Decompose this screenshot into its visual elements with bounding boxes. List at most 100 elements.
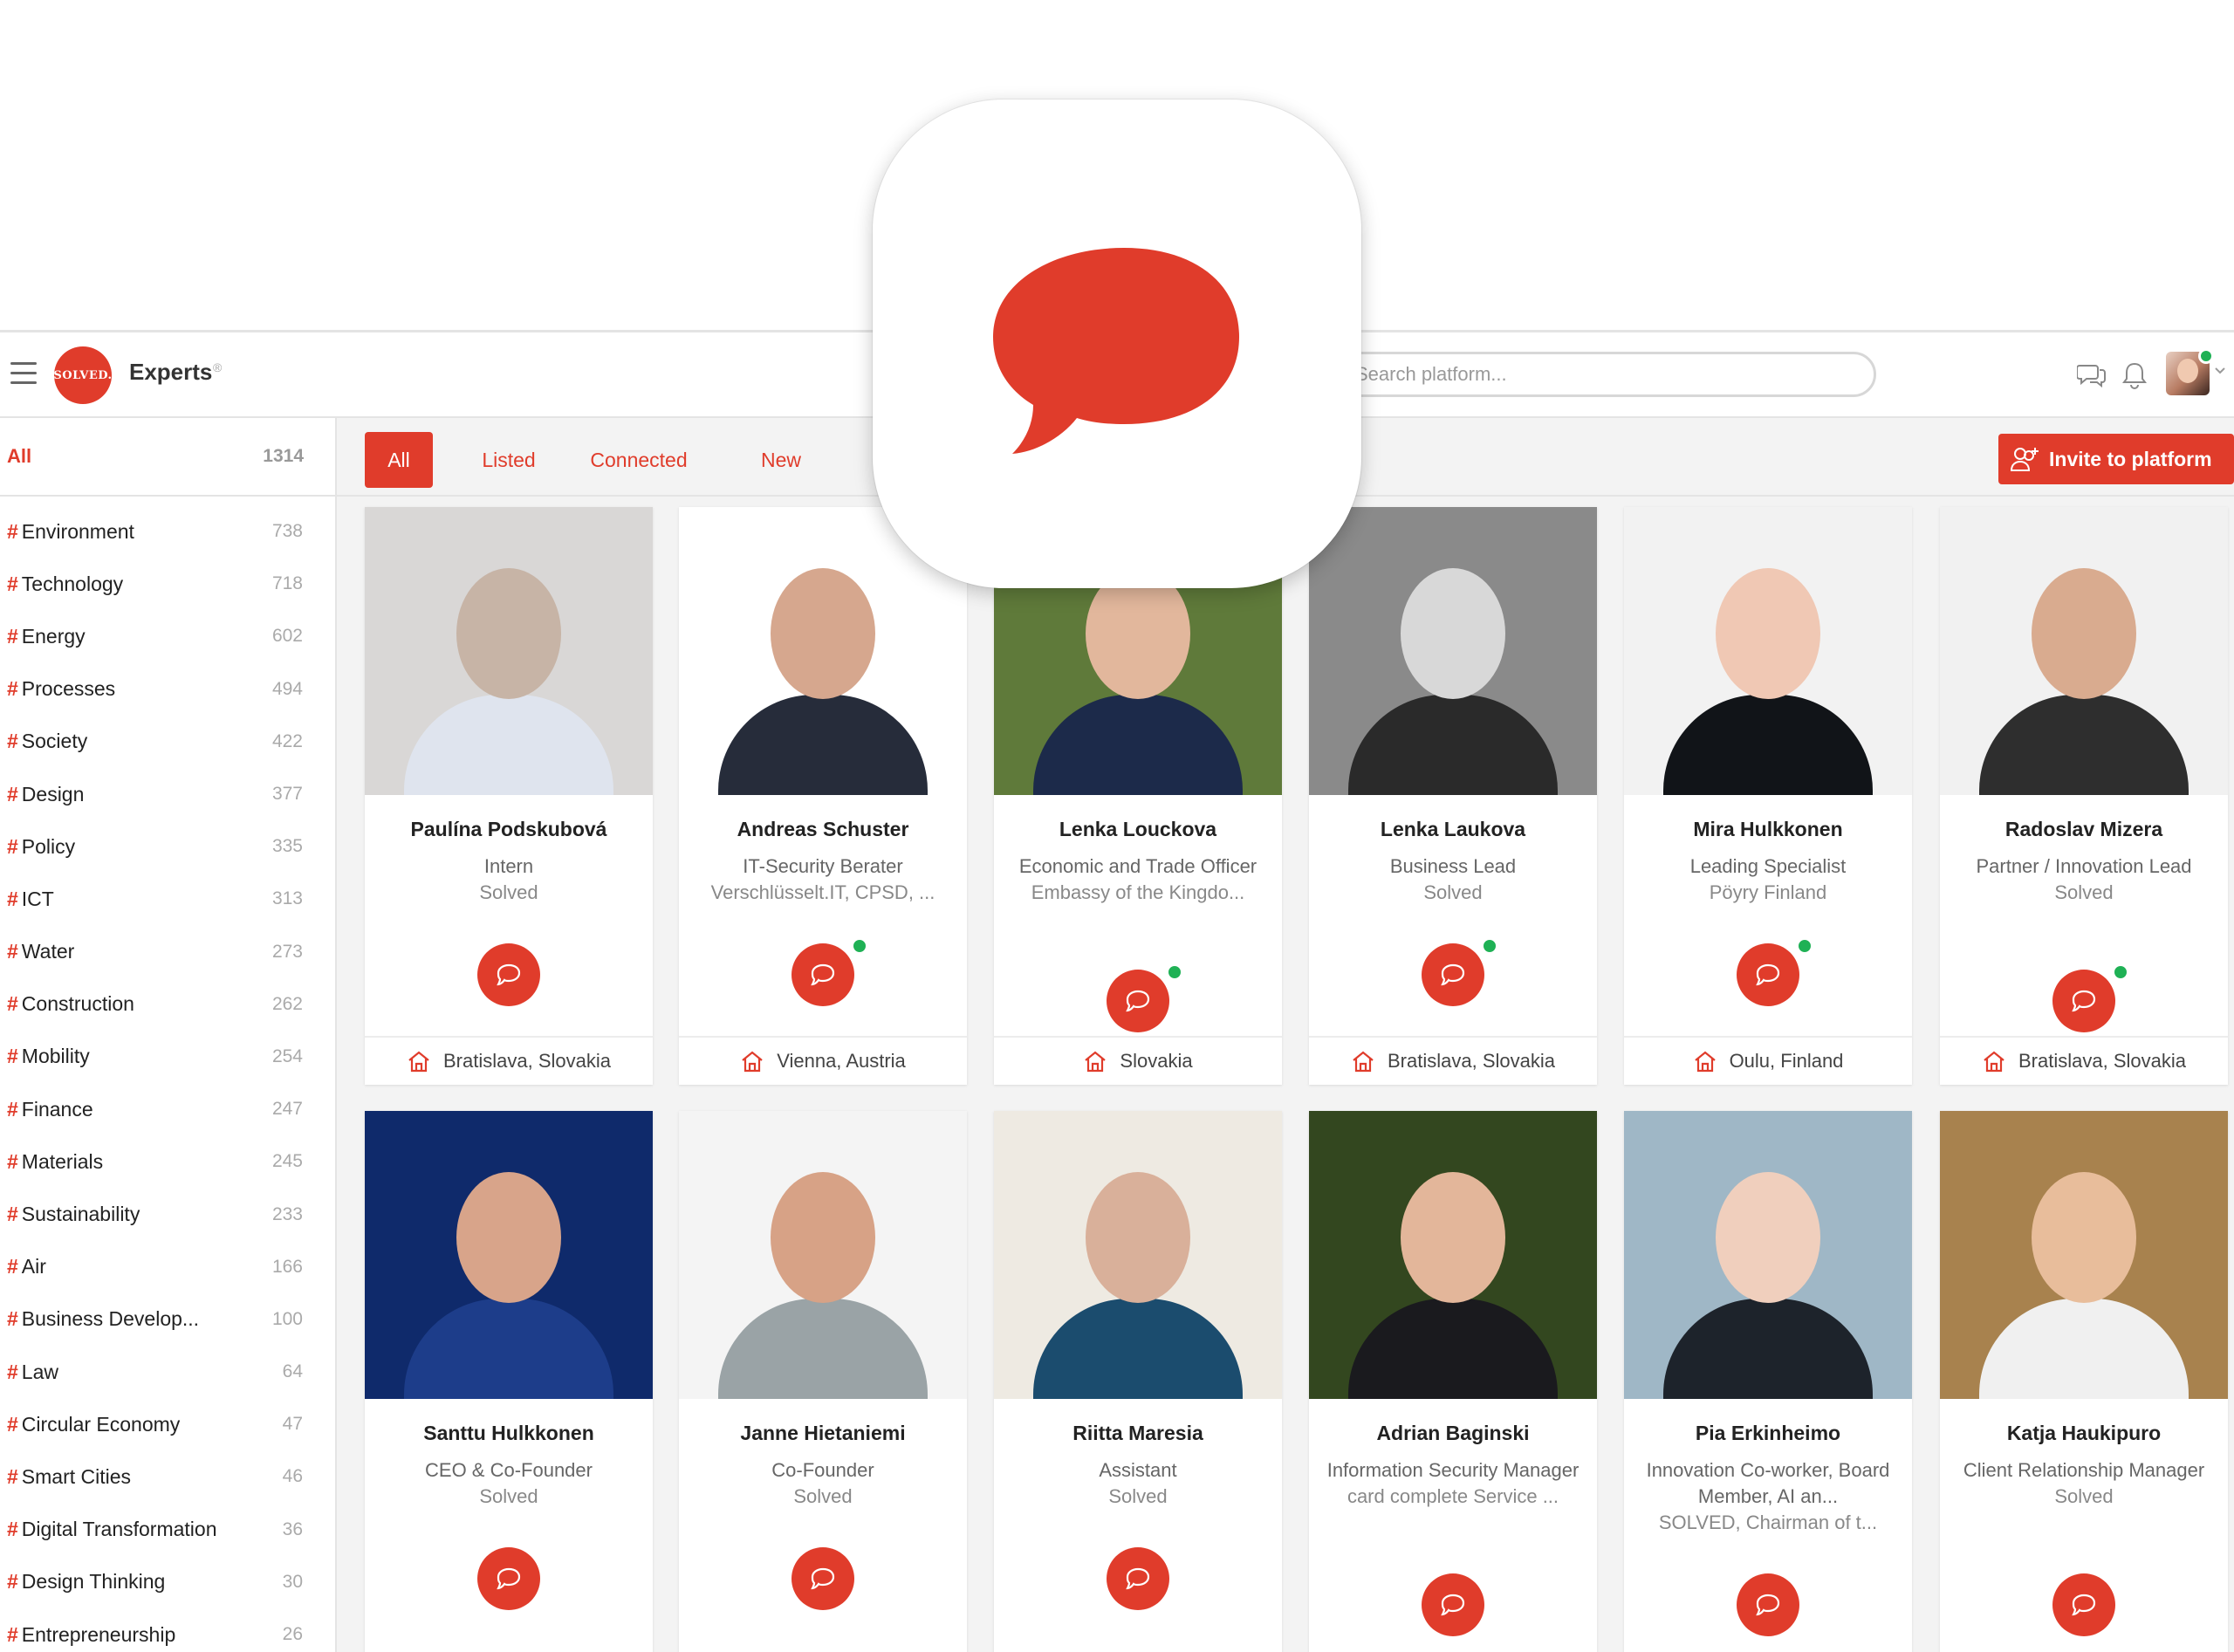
expert-name[interactable]: Janne Hietaniemi [695,1422,951,1445]
chat-bubble-icon [1756,1594,1780,1616]
online-indicator [1797,938,1813,954]
expert-card[interactable]: Pia Erkinheimo Innovation Co-worker, Boar… [1624,1111,1912,1652]
sidebar-tag-item[interactable]: # Mobility 254 [0,1031,335,1083]
solved-logo[interactable]: SOLVED. [53,346,112,404]
tag-count: 738 [271,521,303,542]
message-button[interactable] [477,1547,540,1610]
expert-card[interactable]: Paulína Podskubová Intern Solved Bratislava… [365,507,653,1085]
expert-card[interactable]: Lenka Louckova Economic and Trade Officer… [994,507,1282,1085]
tab-new[interactable]: New [750,432,812,488]
expert-name[interactable]: Radoslav Mizera [1956,818,2212,841]
invite-to-platform-button[interactable]: Invite to platform [1998,434,2234,484]
tag-count: 273 [271,941,303,962]
expert-card[interactable]: Lenka Laukova Business Lead Solved Bratisla… [1309,507,1597,1085]
menu-icon[interactable] [10,362,37,385]
sidebar-tag-item[interactable]: # Business Develop... 100 [0,1293,335,1346]
expert-location: Bratislava, Slovakia [1940,1036,2228,1085]
sidebar-tag-item[interactable]: # Construction 262 [0,978,335,1031]
tag-name: Smart Cities [21,1464,132,1488]
online-indicator [1167,964,1182,980]
expert-photo[interactable] [994,1111,1282,1399]
message-button[interactable] [791,1547,854,1610]
sidebar-tag-item[interactable]: # Environment 738 [0,505,335,558]
expert-info: Lenka Louckova Economic and Trade Officer… [994,795,1282,906]
message-button[interactable] [1107,970,1169,1032]
tag-count: 47 [282,1414,303,1435]
sidebar-tag-item[interactable]: # Water 273 [0,926,335,978]
expert-name[interactable]: Lenka Louckova [1010,818,1266,841]
online-indicator [2198,348,2214,364]
tab-all[interactable]: All [365,432,433,488]
message-button[interactable] [1107,1547,1169,1610]
hash-icon: # [7,1464,18,1488]
tag-label: # Environment [7,520,134,544]
expert-card[interactable]: Riitta Maresia Assistant Solved [994,1111,1282,1652]
sidebar-tag-item[interactable]: # Technology 718 [0,558,335,610]
sidebar-tag-item[interactable]: # Design Thinking 30 [0,1556,335,1608]
photo-figure [1979,695,2189,795]
message-button[interactable] [1737,1573,1799,1636]
expert-photo[interactable] [365,507,653,795]
sidebar-tag-item[interactable]: # Sustainability 233 [0,1188,335,1240]
message-button[interactable] [1737,943,1799,1006]
sidebar-tag-item[interactable]: # Digital Transformation 36 [0,1504,335,1556]
expert-name[interactable]: Pia Erkinheimo [1640,1422,1896,1445]
tag-count: 245 [271,1151,303,1172]
message-button[interactable] [1422,1573,1484,1636]
chat-icon[interactable] [2077,362,2107,388]
sidebar-tag-item[interactable]: # ICT 313 [0,873,335,925]
hash-icon: # [7,1203,18,1226]
expert-card[interactable]: Andreas Schuster IT-Security Berater Versc… [679,507,967,1085]
expert-photo[interactable] [1309,507,1597,795]
sidebar-tag-item[interactable]: # Policy 335 [0,820,335,873]
sidebar-tag-item[interactable]: # Finance 247 [0,1083,335,1135]
tag-count: 313 [271,888,303,909]
expert-name[interactable]: Lenka Laukova [1325,818,1581,841]
sidebar-item-all[interactable]: All 1314 [0,418,335,497]
expert-photo[interactable] [1940,1111,2228,1399]
expert-photo[interactable] [679,1111,967,1399]
expert-card[interactable]: Radoslav Mizera Partner / Innovation Lead… [1940,507,2228,1085]
expert-name[interactable]: Riitta Maresia [1010,1422,1266,1445]
expert-name[interactable]: Mira Hulkkonen [1640,818,1896,841]
message-button[interactable] [1422,943,1484,1006]
expert-card[interactable]: Adrian Baginski Information Security Mana… [1309,1111,1597,1652]
expert-card[interactable]: Santtu Hulkkonen CEO & Co-Founder Solved [365,1111,653,1652]
expert-card[interactable]: Janne Hietaniemi Co-Founder Solved [679,1111,967,1652]
sidebar-tag-item[interactable]: # Materials 245 [0,1135,335,1188]
expert-photo[interactable] [1624,1111,1912,1399]
sidebar-tag-item[interactable]: # Circular Economy 47 [0,1398,335,1450]
sidebar-tag-item[interactable]: # Law 64 [0,1346,335,1398]
sidebar-tag-item[interactable]: # Design 377 [0,768,335,820]
sidebar-tag-item[interactable]: # Processes 494 [0,663,335,716]
tab-listed[interactable]: Listed [461,432,557,488]
expert-name[interactable]: Santtu Hulkkonen [380,1422,637,1445]
expert-photo[interactable] [365,1111,653,1399]
message-button[interactable] [2052,970,2115,1032]
expert-photo[interactable] [1309,1111,1597,1399]
sidebar-tag-item[interactable]: # Energy 602 [0,610,335,662]
tag-count: 262 [271,993,303,1014]
message-button[interactable] [2052,1573,2115,1636]
home-icon [742,1051,763,1073]
sidebar-tag-item[interactable]: # Air 166 [0,1241,335,1293]
expert-card[interactable]: Katja Haukipuro Client Relationship Manag… [1940,1111,2228,1652]
home-icon [408,1051,429,1073]
sidebar-tag-item[interactable]: # Society 422 [0,716,335,768]
sidebar-tag-item[interactable]: # Smart Cities 46 [0,1450,335,1503]
expert-photo[interactable] [1940,507,2228,795]
message-button[interactable] [791,943,854,1006]
message-button[interactable] [477,943,540,1006]
sidebar-tag-item[interactable]: # Entrepreneurship 26 [0,1608,335,1652]
expert-name[interactable]: Paulína Podskubová [380,818,637,841]
tab-connected[interactable]: Connected [578,432,700,488]
invite-label: Invite to platform [2049,447,2212,470]
expert-photo[interactable] [1624,507,1912,795]
expert-name[interactable]: Katja Haukipuro [1956,1422,2212,1445]
expert-name[interactable]: Adrian Baginski [1325,1422,1581,1445]
chevron-down-icon[interactable] [2215,366,2225,376]
expert-card[interactable]: Mira Hulkkonen Leading Specialist Pöyry Fi… [1624,507,1912,1085]
bell-icon[interactable] [2122,361,2147,389]
expert-name[interactable]: Andreas Schuster [695,818,951,841]
expert-info: Andreas Schuster IT-Security Berater Versc… [679,795,967,906]
